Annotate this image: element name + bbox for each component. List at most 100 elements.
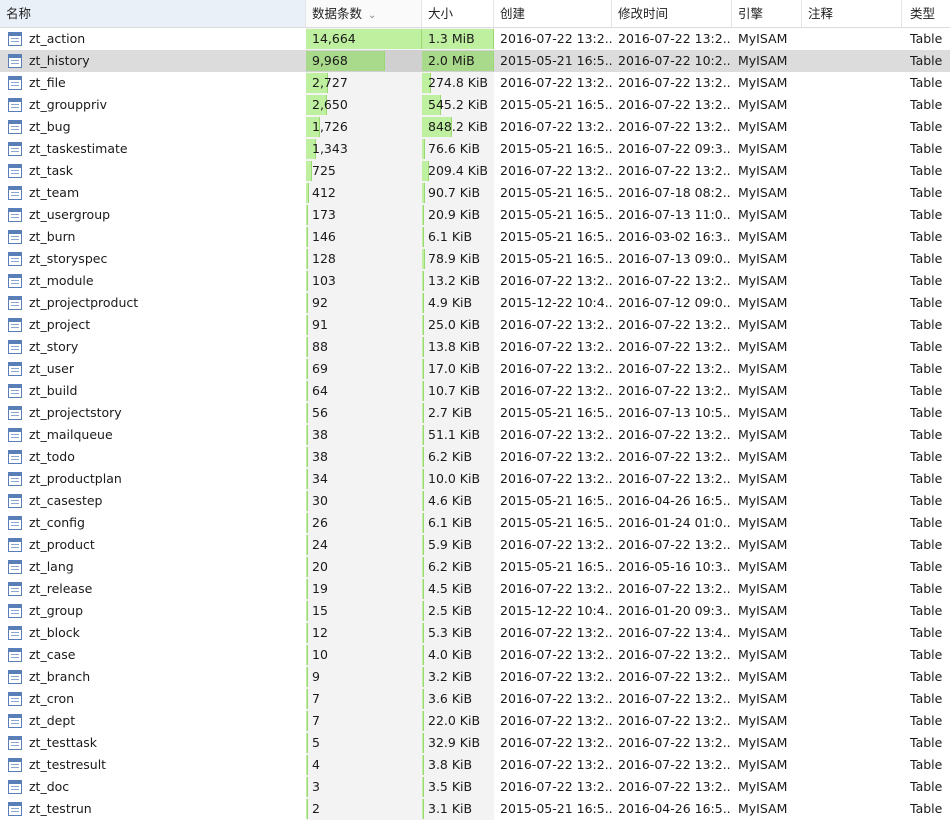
table-row[interactable]: zt_lang 20 6.2 KiB 2015-05-21 16:5... 2016-0… xyxy=(0,556,950,578)
table-name-cell[interactable]: zt_projectstory xyxy=(0,402,306,424)
table-name-cell[interactable]: zt_project xyxy=(0,314,306,336)
column-header-created[interactable]: 创建 xyxy=(494,0,612,27)
table-row[interactable]: zt_team 412 90.7 KiB 2015-05-21 16:5... 2016… xyxy=(0,182,950,204)
table-name-cell[interactable]: zt_storyspec xyxy=(0,248,306,270)
table-row[interactable]: zt_group 15 2.5 KiB 2015-12-22 10:4... 2016-… xyxy=(0,600,950,622)
engine-cell: MyISAM xyxy=(732,754,802,776)
column-header-size-label: 大小 xyxy=(428,6,454,21)
table-name-cell[interactable]: zt_config xyxy=(0,512,306,534)
table-row[interactable]: zt_testrun 2 3.1 KiB 2015-05-21 16:5... 2016… xyxy=(0,798,950,820)
table-name-cell[interactable]: zt_product xyxy=(0,534,306,556)
table-name-cell[interactable]: zt_taskestimate xyxy=(0,138,306,160)
row-count-cell-text: 412 xyxy=(312,185,336,200)
modified-cell-text: 2016-07-22 13:2... xyxy=(618,449,732,464)
table-name-cell[interactable]: zt_group xyxy=(0,600,306,622)
table-name-cell[interactable]: zt_projectproduct xyxy=(0,292,306,314)
type-cell: Table xyxy=(902,622,950,644)
table-row[interactable]: zt_storyspec 128 78.9 KiB 2015-05-21 16:5..… xyxy=(0,248,950,270)
table-name-cell[interactable]: zt_todo xyxy=(0,446,306,468)
table-row[interactable]: zt_history 9,968 2.0 MiB 2015-05-21 16:5...… xyxy=(0,50,950,72)
table-name-cell[interactable]: zt_mailqueue xyxy=(0,424,306,446)
table-name-cell[interactable]: zt_testrun xyxy=(0,798,306,820)
table-name-cell[interactable]: zt_action xyxy=(0,28,306,50)
table-name-cell[interactable]: zt_doc xyxy=(0,776,306,798)
table-row[interactable]: zt_projectstory 56 2.7 KiB 2015-05-21 16:5.… xyxy=(0,402,950,424)
table-name-cell[interactable]: zt_branch xyxy=(0,666,306,688)
size-cell-text: 10.7 KiB xyxy=(428,383,481,398)
table-row[interactable]: zt_file 2,727 274.8 KiB 2016-07-22 13:2... 2… xyxy=(0,72,950,94)
table-row[interactable]: zt_testresult 4 3.8 KiB 2016-07-22 13:2... 2… xyxy=(0,754,950,776)
table-name-cell-text: zt_testrun xyxy=(29,801,92,816)
table-name-cell[interactable]: zt_lang xyxy=(0,556,306,578)
table-name-cell[interactable]: zt_module xyxy=(0,270,306,292)
table-row[interactable]: zt_config 26 6.1 KiB 2015-05-21 16:5... 2016… xyxy=(0,512,950,534)
engine-cell-text: MyISAM xyxy=(738,141,788,156)
table-row[interactable]: zt_module 103 13.2 KiB 2016-07-22 13:2... 20… xyxy=(0,270,950,292)
table-name-cell[interactable]: zt_testresult xyxy=(0,754,306,776)
size-bar xyxy=(422,667,424,687)
table-row[interactable]: zt_cron 7 3.6 KiB 2016-07-22 13:2... 2016-07… xyxy=(0,688,950,710)
table-name-cell[interactable]: zt_story xyxy=(0,336,306,358)
type-cell-text: Table xyxy=(910,405,943,420)
table-name-cell[interactable]: zt_grouppriv xyxy=(0,94,306,116)
table-name-cell[interactable]: zt_file xyxy=(0,72,306,94)
table-row[interactable]: zt_bug 1,726 848.2 KiB 2016-07-22 13:2... 20… xyxy=(0,116,950,138)
table-row[interactable]: zt_block 12 5.3 KiB 2016-07-22 13:2... 2016-… xyxy=(0,622,950,644)
comment-cell xyxy=(802,160,902,182)
table-row[interactable]: zt_branch 9 3.2 KiB 2016-07-22 13:2... 2016-… xyxy=(0,666,950,688)
table-name-cell[interactable]: zt_cron xyxy=(0,688,306,710)
table-name-cell[interactable]: zt_usergroup xyxy=(0,204,306,226)
table-row[interactable]: zt_mailqueue 38 51.1 KiB 2016-07-22 13:2...… xyxy=(0,424,950,446)
table-row[interactable]: zt_product 24 5.9 KiB 2016-07-22 13:2... 201… xyxy=(0,534,950,556)
size-bar xyxy=(422,557,424,577)
table-name-cell[interactable]: zt_release xyxy=(0,578,306,600)
table-row[interactable]: zt_burn 146 6.1 KiB 2015-05-21 16:5... 2016-… xyxy=(0,226,950,248)
column-header-engine[interactable]: 引擎 xyxy=(732,0,802,27)
table-name-cell[interactable]: zt_case xyxy=(0,644,306,666)
table-row[interactable]: zt_build 64 10.7 KiB 2016-07-22 13:2... 2016… xyxy=(0,380,950,402)
table-name-cell[interactable]: zt_dept xyxy=(0,710,306,732)
size-cell: 2.7 KiB xyxy=(422,402,494,424)
row-count-bar xyxy=(306,557,308,577)
table-name-cell[interactable]: zt_burn xyxy=(0,226,306,248)
table-name-cell[interactable]: zt_casestep xyxy=(0,490,306,512)
table-row[interactable]: zt_projectproduct 92 4.9 KiB 2015-12-22 10:… xyxy=(0,292,950,314)
size-cell-text: 5.3 KiB xyxy=(428,625,473,640)
table-row[interactable]: zt_release 19 4.5 KiB 2016-07-22 13:2... 201… xyxy=(0,578,950,600)
table-row[interactable]: zt_testtask 5 32.9 KiB 2016-07-22 13:2... 20… xyxy=(0,732,950,754)
table-name-cell[interactable]: zt_team xyxy=(0,182,306,204)
column-header-modified[interactable]: 修改时间 xyxy=(612,0,732,27)
table-row[interactable]: zt_grouppriv 2,650 545.2 KiB 2015-05-21 16:… xyxy=(0,94,950,116)
engine-cell-text: MyISAM xyxy=(738,361,788,376)
type-cell-text: Table xyxy=(910,53,943,68)
column-header-size[interactable]: 大小 xyxy=(422,0,494,27)
modified-cell: 2016-07-22 13:2... xyxy=(612,28,732,50)
table-row[interactable]: zt_taskestimate 1,343 76.6 KiB 2015-05-21 1… xyxy=(0,138,950,160)
table-name-cell[interactable]: zt_bug xyxy=(0,116,306,138)
table-row[interactable]: zt_productplan 34 10.0 KiB 2016-07-22 13:2.… xyxy=(0,468,950,490)
table-row[interactable]: zt_task 725 209.4 KiB 2016-07-22 13:2... 201… xyxy=(0,160,950,182)
table-row[interactable]: zt_todo 38 6.2 KiB 2016-07-22 13:2... 2016-0… xyxy=(0,446,950,468)
table-name-cell[interactable]: zt_history xyxy=(0,50,306,72)
column-header-type[interactable]: 类型 xyxy=(902,0,950,27)
column-header-rows[interactable]: 数据条数 ⌄ xyxy=(306,0,422,27)
table-row[interactable]: zt_casestep 30 4.6 KiB 2015-05-21 16:5... 20… xyxy=(0,490,950,512)
table-name-cell[interactable]: zt_block xyxy=(0,622,306,644)
table-row[interactable]: zt_doc 3 3.5 KiB 2016-07-22 13:2... 2016-07-… xyxy=(0,776,950,798)
table-name-cell[interactable]: zt_testtask xyxy=(0,732,306,754)
table-row[interactable]: zt_dept 7 22.0 KiB 2016-07-22 13:2... 2016-0… xyxy=(0,710,950,732)
table-name-cell[interactable]: zt_user xyxy=(0,358,306,380)
table-row[interactable]: zt_action 14,664 1.3 MiB 2016-07-22 13:2...… xyxy=(0,28,950,50)
table-row[interactable]: zt_story 88 13.8 KiB 2016-07-22 13:2... 2016… xyxy=(0,336,950,358)
table-name-cell[interactable]: zt_productplan xyxy=(0,468,306,490)
table-name-cell[interactable]: zt_build xyxy=(0,380,306,402)
table-row[interactable]: zt_case 10 4.0 KiB 2016-07-22 13:2... 2016-0… xyxy=(0,644,950,666)
table-row[interactable]: zt_project 91 25.0 KiB 2016-07-22 13:2... 20… xyxy=(0,314,950,336)
column-header-name[interactable]: 名称 xyxy=(0,0,306,27)
table-name-cell[interactable]: zt_task xyxy=(0,160,306,182)
column-header-comment[interactable]: 注释 xyxy=(802,0,902,27)
engine-cell: MyISAM xyxy=(732,182,802,204)
table-row[interactable]: zt_user 69 17.0 KiB 2016-07-22 13:2... 2016-… xyxy=(0,358,950,380)
table-row[interactable]: zt_usergroup 173 20.9 KiB 2015-05-21 16:5..… xyxy=(0,204,950,226)
row-count-bar xyxy=(306,381,308,401)
